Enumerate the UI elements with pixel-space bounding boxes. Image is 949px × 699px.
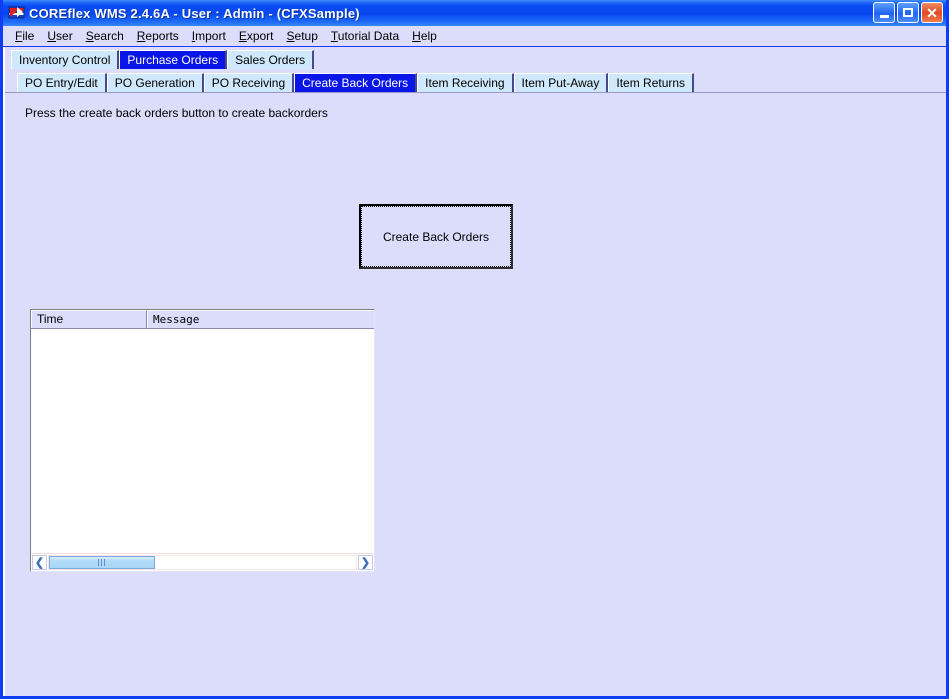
tab-inventory-control[interactable]: Inventory Control — [11, 50, 120, 69]
menu-item-setup[interactable]: Setup — [281, 27, 325, 45]
subtab-create-back-orders[interactable]: Create Back Orders — [294, 73, 418, 92]
main-tab-strip: Inventory Control Purchase Orders Sales Or… — [5, 47, 946, 69]
application-window: COREflex WMS 2.4.6A - User : Admin - (CF… — [0, 0, 949, 699]
maximize-icon — [903, 8, 913, 17]
scroll-left-arrow-icon[interactable]: ❮ — [32, 555, 47, 570]
minimize-icon — [879, 14, 889, 18]
close-button[interactable]: ✕ — [921, 2, 943, 23]
subtab-po-entry-edit[interactable]: PO Entry/Edit — [17, 73, 107, 92]
scroll-right-arrow-icon[interactable]: ❯ — [358, 555, 373, 570]
create-back-orders-button[interactable]: Create Back Orders — [359, 204, 513, 269]
message-grid[interactable]: Time Message ❮ ❯ — [30, 309, 375, 572]
close-icon: ✕ — [926, 4, 938, 21]
subtab-po-generation[interactable]: PO Generation — [106, 73, 204, 92]
menu-item-file[interactable]: File — [9, 27, 41, 45]
menu-item-user[interactable]: User — [41, 27, 79, 45]
tab-purchase-orders[interactable]: Purchase Orders — [119, 50, 228, 69]
menu-item-import[interactable]: Import — [186, 27, 233, 45]
window-controls: ✕ — [873, 2, 943, 23]
create-back-orders-button-label: Create Back Orders — [361, 206, 511, 267]
scrollbar-grip-icon — [97, 559, 107, 566]
menu-item-reports[interactable]: Reports — [131, 27, 186, 45]
menu-item-help[interactable]: Help — [406, 27, 444, 45]
subtab-item-returns[interactable]: Item Returns — [608, 73, 695, 92]
menu-item-search[interactable]: Search — [80, 27, 131, 45]
menu-item-tutorial-data[interactable]: Tutorial Data — [325, 27, 406, 45]
message-grid-header: Time Message — [31, 310, 374, 329]
tab-sales-orders[interactable]: Sales Orders — [227, 50, 315, 69]
message-grid-horizontal-scrollbar[interactable]: ❮ ❯ — [31, 553, 374, 571]
subtab-item-put-away[interactable]: Item Put-Away — [513, 73, 609, 92]
subtab-item-receiving[interactable]: Item Receiving — [417, 73, 514, 92]
client-area: Inventory Control Purchase Orders Sales Or… — [3, 47, 946, 696]
title-bar: COREflex WMS 2.4.6A - User : Admin - (CF… — [3, 0, 946, 26]
scrollbar-track[interactable] — [48, 555, 357, 570]
menu-item-export[interactable]: Export — [233, 27, 281, 45]
column-header-message[interactable]: Message — [147, 310, 374, 328]
scrollbar-thumb[interactable] — [49, 556, 155, 569]
tab-strip-divider — [5, 92, 946, 93]
subtab-po-receiving[interactable]: PO Receiving — [203, 73, 295, 92]
maximize-button[interactable] — [897, 2, 919, 23]
instruction-label: Press the create back orders button to c… — [25, 106, 328, 120]
sub-tab-strip: PO Entry/Edit PO Generation PO Receiving Cr… — [5, 69, 946, 92]
message-grid-body[interactable] — [31, 329, 374, 553]
menu-bar: File User Search Reports Import Export Setup Tu… — [3, 26, 946, 47]
column-header-time[interactable]: Time — [31, 310, 147, 328]
app-flag-icon — [8, 5, 26, 21]
minimize-button[interactable] — [873, 2, 895, 23]
window-title: COREflex WMS 2.4.6A - User : Admin - (CF… — [29, 5, 360, 21]
